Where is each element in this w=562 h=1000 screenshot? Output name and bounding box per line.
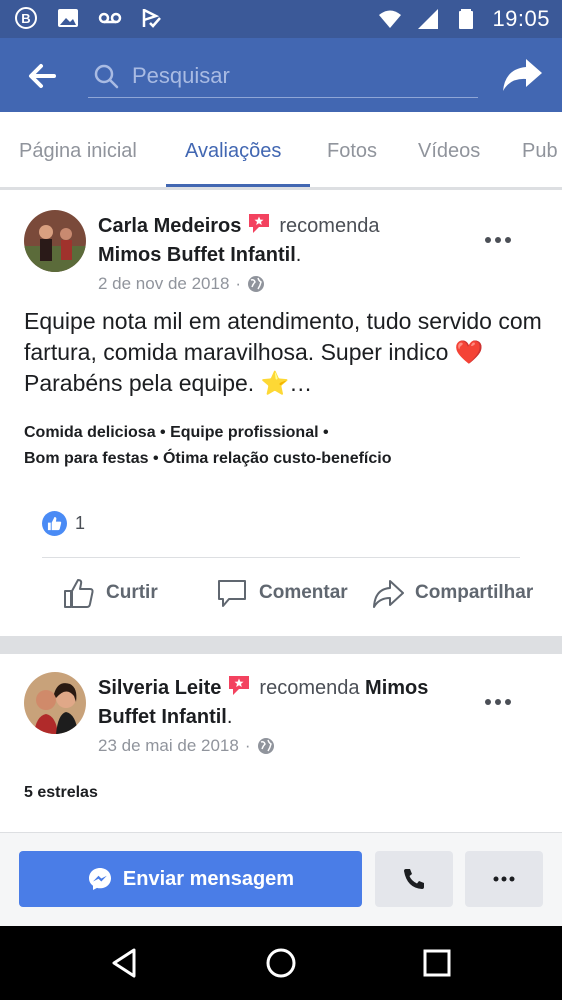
avatar[interactable] <box>24 672 86 734</box>
share-icon <box>373 580 404 608</box>
like-button[interactable]: Curtir <box>62 576 158 610</box>
share-arrow-icon[interactable] <box>500 55 544 95</box>
status-bar: B 19:05 <box>0 0 562 38</box>
call-button[interactable] <box>375 851 453 907</box>
review-card: Carla Medeiros recomenda Mimos Buffet Infa… <box>0 192 562 636</box>
send-message-button[interactable]: Enviar mensagem <box>19 851 362 907</box>
recommend-verb: recomenda <box>279 215 380 237</box>
review-meta: 23 de mai de 2018 · <box>98 736 275 756</box>
bottom-action-bar: Enviar mensagem <box>0 832 562 926</box>
review-rating: 5 estrelas <box>24 784 98 801</box>
comment-button[interactable]: Comentar <box>215 576 348 610</box>
search-bar[interactable] <box>88 56 478 98</box>
nav-back-icon[interactable] <box>108 946 142 980</box>
review-tags: Comida deliciosa • Equipe profissional •… <box>24 420 544 472</box>
recommend-badge-icon <box>229 676 250 695</box>
tab-videos[interactable]: Vídeos <box>418 140 480 163</box>
recommend-badge-icon <box>249 214 270 233</box>
search-header <box>0 38 562 112</box>
author-name[interactable]: Silveria Leite <box>98 677 221 699</box>
active-tab-indicator <box>166 184 310 187</box>
review-author-line: Silveria Leite recomenda Mimos Buffet Infa… <box>98 674 478 732</box>
reactions-summary[interactable]: 1 <box>42 511 85 536</box>
page-name-link[interactable]: Mimos <box>365 677 428 699</box>
messenger-icon <box>88 868 111 890</box>
more-dots-icon <box>493 876 515 882</box>
search-input[interactable] <box>132 60 462 92</box>
globe-icon <box>248 276 265 292</box>
like-label: Curtir <box>106 582 158 603</box>
review-tags-line: Comida deliciosa • Equipe profissional • <box>24 424 329 441</box>
voicemail-icon <box>98 12 122 24</box>
system-nav-bar <box>0 926 562 1000</box>
review-date[interactable]: 23 de mai de 2018 <box>98 736 239 756</box>
globe-icon <box>257 738 274 754</box>
thumbs-up-icon <box>64 579 94 608</box>
comment-icon <box>218 580 246 607</box>
search-icon <box>94 64 119 89</box>
tab-reviews[interactable]: Avaliações <box>185 140 281 163</box>
review-tags-line: Bom para festas • Ótima relação custo-be… <box>24 450 392 467</box>
more-options-icon[interactable] <box>480 692 520 712</box>
nav-recents-icon[interactable] <box>420 946 454 980</box>
review-card: Silveria Leite recomenda Mimos Buffet Infa… <box>0 654 562 832</box>
review-meta: 2 de nov de 2018 · <box>98 274 265 294</box>
send-message-label: Enviar mensagem <box>122 867 295 890</box>
author-name[interactable]: Carla Medeiros <box>98 215 241 237</box>
tab-photos[interactable]: Fotos <box>327 140 377 163</box>
back-arrow-icon[interactable] <box>24 58 60 94</box>
battery-icon <box>459 9 474 29</box>
share-label: Compartilhar <box>415 582 534 603</box>
divider <box>42 557 520 558</box>
recommend-verb: recomenda <box>259 677 360 699</box>
tab-posts[interactable]: Pub <box>522 140 558 163</box>
review-date[interactable]: 2 de nov de 2018 <box>98 274 229 294</box>
review-author-line: Carla Medeiros recomenda Mimos Buffet Infa… <box>98 212 478 270</box>
nav-home-icon[interactable] <box>264 946 298 980</box>
b-badge-icon: B <box>15 7 37 29</box>
share-button[interactable]: Compartilhar <box>371 576 533 610</box>
avatar[interactable] <box>24 210 86 272</box>
wifi-icon <box>379 10 402 28</box>
more-actions-button[interactable] <box>465 851 543 907</box>
phone-icon <box>404 869 424 889</box>
signal-icon <box>418 9 439 29</box>
more-options-icon[interactable] <box>480 230 520 250</box>
comment-label: Comentar <box>259 582 348 603</box>
check-flag-icon <box>142 8 161 28</box>
svg-text:B: B <box>21 11 30 26</box>
status-time: 19:05 <box>492 6 550 31</box>
like-count: 1 <box>75 513 86 533</box>
review-text: Equipe nota mil em atendimento, tudo ser… <box>24 308 542 396</box>
page-name-link[interactable]: Buffet Infantil <box>98 706 227 728</box>
like-reaction-icon <box>42 511 67 536</box>
card-separator <box>0 636 562 654</box>
page-tabs: Página inicial Avaliações Fotos Vídeos P… <box>0 112 562 190</box>
page-name-link[interactable]: Mimos Buffet Infantil <box>98 244 296 266</box>
tab-home[interactable]: Página inicial <box>19 140 137 163</box>
image-icon <box>58 9 78 27</box>
